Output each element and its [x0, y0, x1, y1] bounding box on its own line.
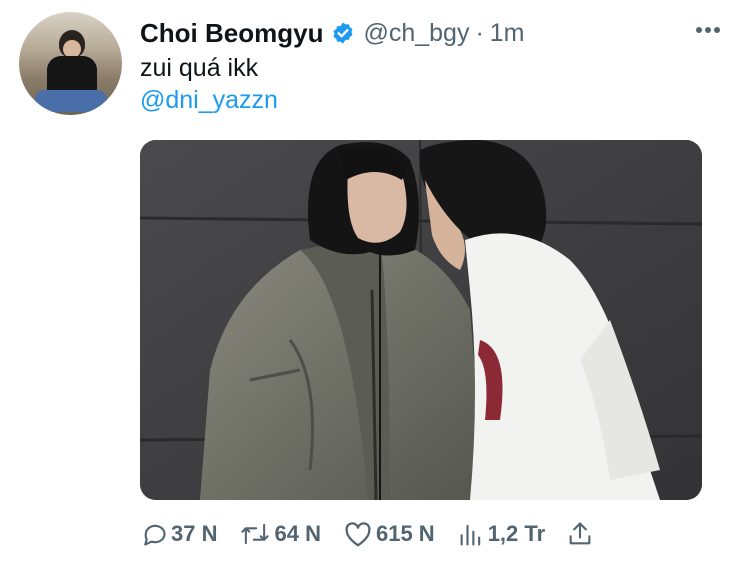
tweet-header: Choi Beomgyu @ch_bgy · 1m — [140, 16, 525, 50]
retweet-button[interactable]: 64 N — [239, 520, 321, 548]
reply-count: 37 N — [171, 521, 218, 546]
header-separator: · — [475, 18, 484, 47]
tweet-photo[interactable] — [140, 140, 702, 500]
photo-illustration — [140, 140, 702, 500]
like-icon — [343, 520, 373, 548]
author-handle[interactable]: @ch_bgy — [363, 19, 469, 48]
share-icon — [567, 520, 593, 548]
tweet-text: zui quá ikk — [140, 54, 259, 82]
avatar[interactable] — [19, 12, 122, 115]
like-count: 615 N — [375, 521, 435, 546]
views-button[interactable]: 1,2 Tr — [457, 520, 545, 548]
like-button[interactable]: 615 N — [343, 520, 435, 548]
retweet-icon — [239, 520, 271, 548]
share-button[interactable] — [567, 520, 593, 548]
author-name[interactable]: Choi Beomgyu — [140, 18, 323, 49]
more-options-icon[interactable] — [693, 18, 723, 42]
view-count: 1,2 Tr — [487, 521, 546, 546]
tweet-timestamp[interactable]: 1m — [490, 19, 525, 48]
reply-icon — [140, 520, 168, 548]
retweet-count: 64 N — [274, 521, 321, 546]
avatar-jeans — [35, 90, 107, 112]
reply-button[interactable]: 37 N — [140, 520, 217, 548]
tweet-actions: 37 N 64 N 615 N 1,2 Tr — [140, 512, 615, 556]
mention-link[interactable]: @dni_yazzn — [140, 84, 278, 116]
views-icon — [457, 520, 485, 548]
verified-badge-icon — [331, 21, 355, 45]
